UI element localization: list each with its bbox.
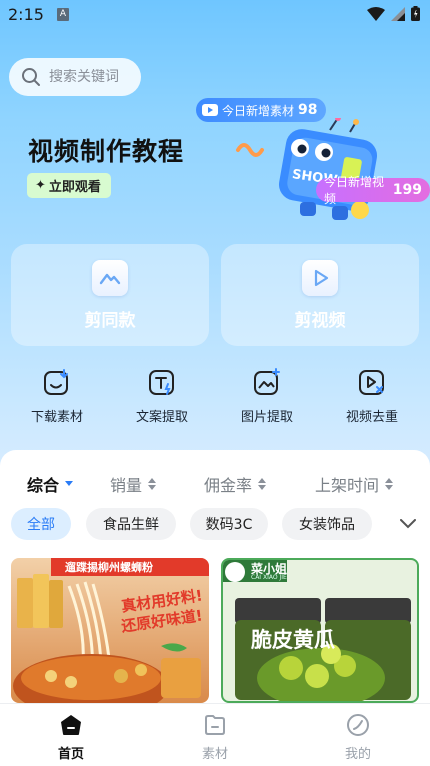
sort-commission[interactable]: 佣金率: [204, 472, 267, 496]
chevron-down-icon: [400, 519, 416, 529]
nav-profile-label: 我的: [344, 747, 371, 762]
tool-text-extract-label: 文案提取: [135, 410, 188, 425]
product-card-cucumber[interactable]: 菜小姐 CAI XIAO JIE 脆皮黄瓜: [221, 558, 419, 703]
status-bar: 2:15 A: [0, 0, 430, 30]
nav-home[interactable]: 首页: [31, 713, 111, 762]
nav-materials-label: 素材: [201, 747, 228, 762]
sort-arrows-icon: [385, 478, 394, 490]
sort-commission-label: 佣金率: [204, 476, 253, 495]
new-videos-badge: 今日新增视频 199: [316, 175, 430, 206]
product-banner-text: 遛蹀掦柳州螺蛳粉: [65, 561, 153, 574]
tool-video-dedupe-label: 视频去重: [345, 410, 398, 425]
tool-video-dedupe[interactable]: 视频去重: [332, 368, 412, 425]
home-icon: [61, 715, 81, 735]
cut-video-card[interactable]: 剪视频: [221, 244, 419, 346]
tool-text-extract[interactable]: 文案提取: [122, 368, 202, 425]
mascot-illustration: SHOW: [236, 118, 378, 220]
sort-sales[interactable]: 销量: [110, 472, 157, 496]
expand-categories-button[interactable]: [386, 508, 430, 540]
nav-materials[interactable]: 素材: [175, 713, 255, 762]
cut-template-label: 剪同款: [84, 310, 136, 331]
sort-listing-time[interactable]: 上架时间: [315, 472, 394, 496]
new-videos-label: 今日新增视频: [324, 175, 385, 206]
watch-now-button[interactable]: ✦ 立即观看: [27, 173, 111, 198]
folder-icon: [205, 715, 225, 735]
product-image-noodles: [13, 558, 209, 703]
search-bar[interactable]: [9, 58, 141, 96]
tool-download-materials[interactable]: 下载素材: [17, 368, 97, 425]
profile-icon: [347, 714, 369, 736]
sort-arrows-icon: [258, 478, 267, 490]
new-materials-count: 98: [298, 102, 318, 118]
new-materials-label: 今日新增素材: [222, 103, 295, 118]
status-time: 2:15: [8, 5, 44, 24]
category-all[interactable]: 全部: [11, 508, 71, 540]
image-extract-icon: [254, 368, 280, 395]
banner-title: 视频制作教程: [28, 137, 185, 166]
cut-video-label: 剪视频: [294, 310, 346, 331]
caret-down-icon: [65, 481, 74, 486]
battery-icon: [411, 6, 420, 21]
search-input[interactable]: [49, 69, 139, 85]
category-womens[interactable]: 女装饰品: [282, 508, 372, 540]
sort-arrows-icon: [148, 478, 157, 490]
tool-download-materials-label: 下载素材: [30, 410, 83, 425]
new-videos-count: 199: [392, 182, 422, 198]
watch-now-label: 立即观看: [48, 180, 101, 195]
sort-overall[interactable]: 综合: [27, 472, 74, 496]
status-icons: [367, 6, 420, 21]
nav-profile[interactable]: 我的: [318, 713, 398, 762]
tool-image-extract[interactable]: 图片提取: [227, 368, 307, 425]
search-icon: [22, 68, 40, 86]
category-food[interactable]: 食品生鲜: [86, 508, 176, 540]
sparkle-icon: ✦: [35, 178, 46, 193]
sort-listing-time-label: 上架时间: [315, 476, 380, 495]
sort-overall-label: 综合: [27, 476, 60, 495]
tool-image-extract-label: 图片提取: [240, 410, 293, 425]
notification-icon: A: [57, 8, 69, 21]
play-icon: [302, 259, 338, 296]
video-dedupe-icon: [359, 370, 384, 395]
product-name: 脆皮黄瓜: [251, 628, 335, 652]
product-brand-en: CAI XIAO JIE: [251, 574, 287, 581]
download-smile-icon: [44, 369, 68, 395]
signal-icon: [391, 6, 405, 21]
video-icon: [202, 104, 218, 116]
product-card-noodles[interactable]: 遛蹀掦柳州螺蛳粉 真材用好料! 还原好味道!: [11, 558, 209, 703]
category-digital[interactable]: 数码3C: [190, 508, 268, 540]
sort-sales-label: 销量: [110, 476, 143, 495]
cut-template-card[interactable]: 剪同款: [11, 244, 209, 346]
bottom-nav: 首页 素材 我的: [0, 703, 430, 766]
nav-home-label: 首页: [57, 747, 84, 762]
wifi-icon: [367, 6, 385, 21]
mountain-icon: [92, 259, 128, 296]
text-extract-icon: [149, 370, 174, 395]
